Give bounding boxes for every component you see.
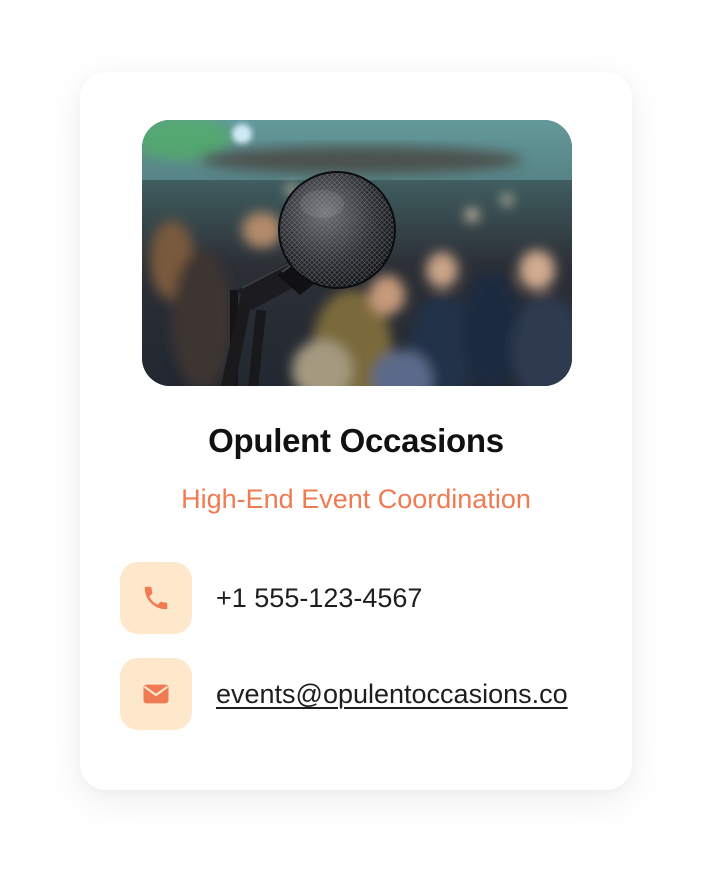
microphone-image (142, 120, 572, 386)
phone-icon (144, 586, 168, 610)
phone-number[interactable]: +1 555-123-4567 (216, 583, 422, 614)
business-tagline: High-End Event Coordination (181, 484, 531, 514)
business-name: Opulent Occasions (208, 422, 504, 459)
event-photo (142, 120, 572, 386)
envelope-icon (143, 684, 169, 704)
email-link[interactable]: events@opulentoccasions.co (216, 679, 568, 710)
business-card: Opulent Occasions High-End Event Coordin… (80, 72, 632, 790)
email-icon-box[interactable] (120, 658, 192, 730)
email-contact-row[interactable]: events@opulentoccasions.co (120, 658, 568, 730)
phone-contact-row[interactable]: +1 555-123-4567 (120, 562, 422, 634)
phone-icon-box[interactable] (120, 562, 192, 634)
